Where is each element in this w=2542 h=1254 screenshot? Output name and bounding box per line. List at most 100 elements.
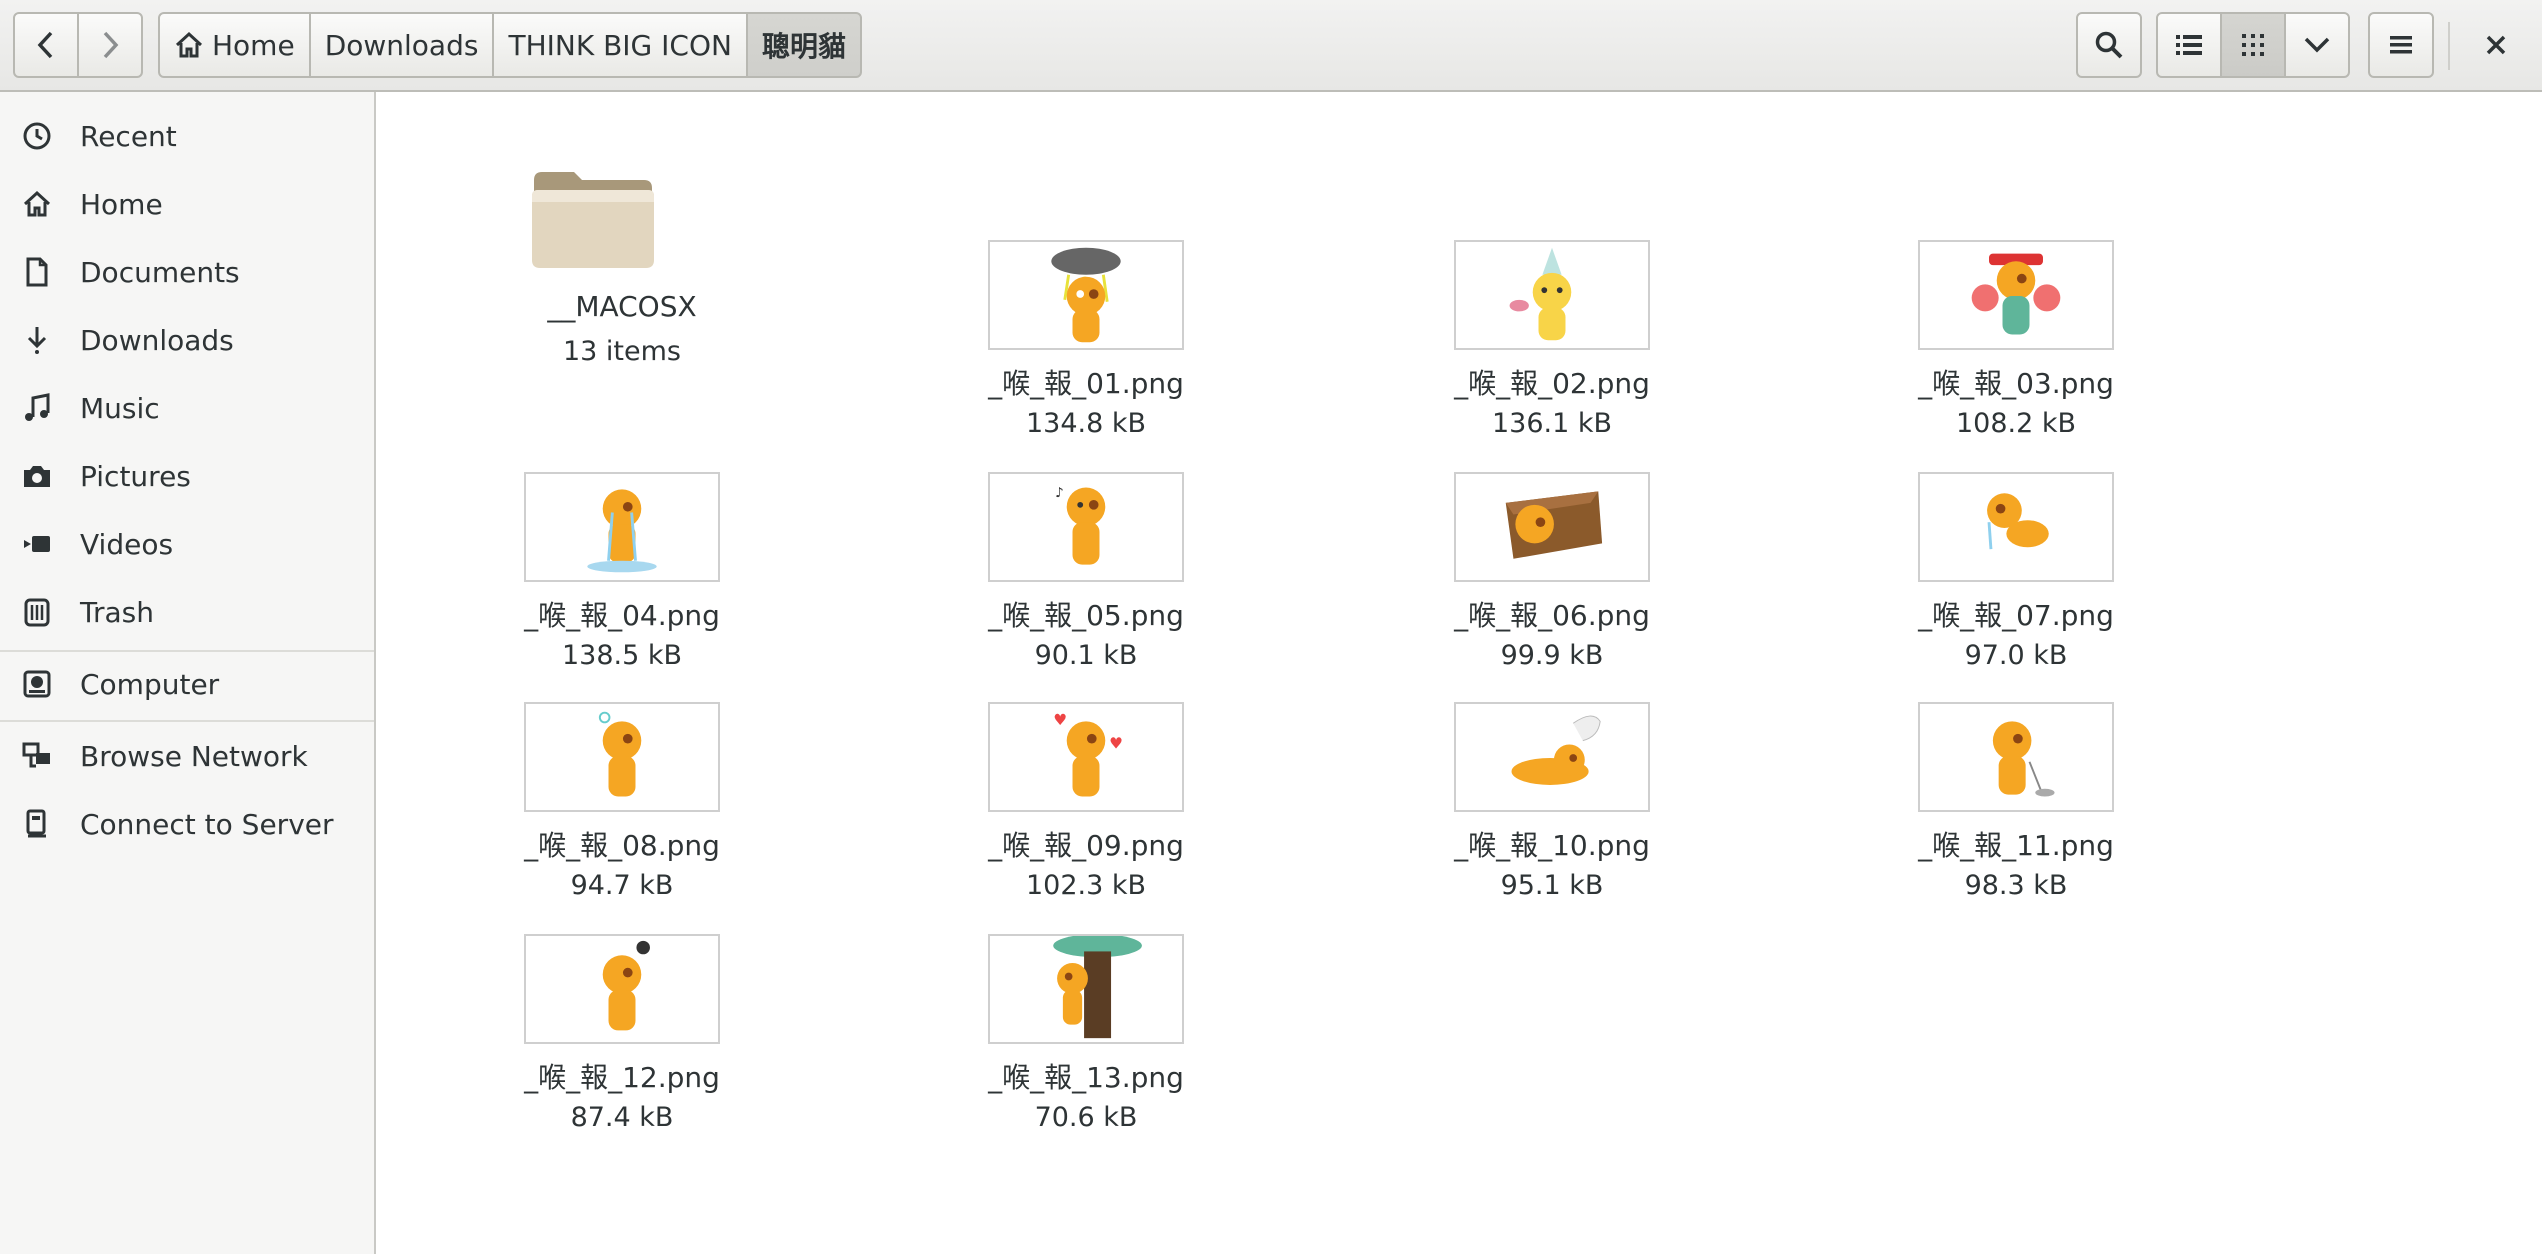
sidebar-item-browse-network[interactable]: Browse Network bbox=[0, 726, 374, 786]
list-view-button[interactable] bbox=[2156, 12, 2222, 78]
sidebar-item-pictures[interactable]: Pictures bbox=[0, 446, 374, 506]
image-thumbnail bbox=[1918, 472, 2114, 582]
breadcrumb-current-folder[interactable]: 聰明貓 bbox=[745, 12, 862, 78]
chevron-left-icon bbox=[37, 31, 53, 59]
file-size: 98.3 kB bbox=[1964, 870, 2068, 901]
breadcrumb-downloads[interactable]: Downloads bbox=[308, 12, 495, 78]
clock-icon bbox=[22, 121, 52, 151]
sidebar-item-label: Browse Network bbox=[80, 739, 308, 773]
sidebar-item-connect-to-server[interactable]: Connect to Server bbox=[0, 794, 374, 854]
svg-text:♥: ♥ bbox=[1053, 711, 1067, 729]
file-name: _喉_報_12.png bbox=[524, 1061, 720, 1094]
sidebar-item-recent[interactable]: Recent bbox=[0, 106, 374, 166]
grid-view-icon bbox=[2242, 34, 2264, 56]
breadcrumb-label: Downloads bbox=[324, 28, 479, 62]
image-thumbnail bbox=[1918, 702, 2114, 812]
file-item[interactable]: _喉_報_03.png 108.2 kB bbox=[1886, 124, 2146, 439]
sidebar-divider bbox=[0, 720, 374, 722]
download-arrow-icon bbox=[22, 325, 52, 355]
chevron-down-icon bbox=[2304, 37, 2330, 53]
header-separator bbox=[2448, 22, 2450, 70]
sidebar-item-label: Connect to Server bbox=[80, 807, 334, 841]
hamburger-menu-icon bbox=[2390, 36, 2412, 54]
file-name: _喉_報_10.png bbox=[1454, 829, 1650, 862]
forward-button[interactable] bbox=[77, 12, 143, 78]
home-icon bbox=[175, 31, 203, 58]
sidebar-item-music[interactable]: Music bbox=[0, 378, 374, 438]
sidebar-item-label: Documents bbox=[80, 255, 240, 289]
svg-text:♪: ♪ bbox=[1055, 485, 1064, 501]
image-thumbnail bbox=[988, 240, 1184, 350]
header-bar: Home Downloads THINK BIG ICON 聰明貓 bbox=[0, 0, 2542, 92]
sidebar-item-label: Pictures bbox=[80, 459, 191, 493]
file-item[interactable]: _喉_報_13.png 70.6 kB bbox=[956, 818, 1216, 1133]
file-grid: __MACOSX 13 items _喉_報_01.png 134.8 kB _… bbox=[376, 92, 2542, 1254]
back-button[interactable] bbox=[13, 12, 79, 78]
file-item[interactable]: _喉_報_07.png 97.0 kB bbox=[1886, 356, 2146, 671]
breadcrumb-think-big-icon[interactable]: THINK BIG ICON bbox=[492, 12, 748, 78]
image-thumbnail bbox=[1454, 702, 1650, 812]
image-thumbnail bbox=[524, 702, 720, 812]
search-icon bbox=[2095, 31, 2123, 59]
image-thumbnail: ♥ ♥ bbox=[988, 702, 1184, 812]
home-icon bbox=[22, 189, 52, 219]
sidebar-item-label: Downloads bbox=[80, 323, 234, 357]
image-thumbnail bbox=[1454, 240, 1650, 350]
list-view-icon bbox=[2176, 35, 2202, 55]
grid-view-button[interactable] bbox=[2220, 12, 2286, 78]
sidebar-item-documents[interactable]: Documents bbox=[0, 242, 374, 302]
image-thumbnail: ♪ bbox=[988, 472, 1184, 582]
image-thumbnail bbox=[524, 934, 720, 1044]
file-size: 95.1 kB bbox=[1500, 870, 1604, 901]
file-item[interactable]: _喉_報_06.png 99.9 kB bbox=[1422, 356, 1682, 671]
sidebar-item-label: Music bbox=[80, 391, 160, 425]
sidebar-divider bbox=[0, 650, 374, 652]
image-thumbnail bbox=[1918, 240, 2114, 350]
chevron-right-icon bbox=[103, 31, 119, 59]
sidebar-item-downloads[interactable]: Downloads bbox=[0, 310, 374, 370]
server-icon bbox=[22, 809, 52, 839]
camera-icon bbox=[22, 461, 52, 491]
folder-item[interactable]: __MACOSX 13 items bbox=[492, 124, 752, 384]
breadcrumb-label: THINK BIG ICON bbox=[508, 28, 732, 62]
svg-text:♥: ♥ bbox=[1109, 734, 1123, 752]
file-item[interactable]: ♪ _喉_報_05.png 90.1 kB bbox=[956, 356, 1216, 671]
network-icon bbox=[22, 741, 52, 771]
breadcrumb-home[interactable]: Home bbox=[158, 12, 311, 78]
image-thumbnail bbox=[1454, 472, 1650, 582]
hard-drive-icon bbox=[22, 669, 52, 699]
file-item[interactable]: _喉_報_01.png 134.8 kB bbox=[956, 124, 1216, 439]
file-name: __MACOSX bbox=[547, 290, 697, 323]
breadcrumb-label: 聰明貓 bbox=[761, 30, 846, 63]
sidebar-item-label: Trash bbox=[80, 595, 154, 629]
file-size: 87.4 kB bbox=[570, 1102, 674, 1133]
file-item[interactable]: _喉_報_10.png 95.1 kB bbox=[1422, 586, 1682, 901]
sidebar-item-home[interactable]: Home bbox=[0, 174, 374, 234]
file-name: _喉_報_13.png bbox=[988, 1061, 1184, 1094]
file-item[interactable]: _喉_報_12.png 87.4 kB bbox=[492, 818, 752, 1133]
file-name: _喉_報_11.png bbox=[1918, 829, 2114, 862]
close-icon bbox=[2486, 35, 2506, 55]
sidebar-item-computer[interactable]: Computer bbox=[0, 654, 374, 714]
sidebar: Recent Home Documents Downloads Music Pi… bbox=[0, 92, 376, 1254]
file-item[interactable]: ♥ ♥ _喉_報_09.png 102.3 kB bbox=[956, 586, 1216, 901]
breadcrumb-label: Home bbox=[212, 28, 295, 62]
document-icon bbox=[22, 257, 52, 287]
close-button[interactable] bbox=[2464, 14, 2528, 76]
sidebar-item-label: Videos bbox=[80, 527, 174, 561]
video-camera-icon bbox=[22, 529, 52, 559]
sidebar-item-label: Recent bbox=[80, 119, 177, 153]
file-item[interactable]: _喉_報_08.png 94.7 kB bbox=[492, 586, 752, 901]
sidebar-item-videos[interactable]: Videos bbox=[0, 514, 374, 574]
sidebar-item-trash[interactable]: Trash bbox=[0, 582, 374, 642]
file-item[interactable]: _喉_報_02.png 136.1 kB bbox=[1422, 124, 1682, 439]
file-item[interactable]: _喉_報_04.png 138.5 kB bbox=[492, 356, 752, 671]
sidebar-item-label: Home bbox=[80, 187, 163, 221]
music-note-icon bbox=[22, 393, 52, 423]
search-button[interactable] bbox=[2076, 12, 2142, 78]
file-item[interactable]: _喉_報_11.png 98.3 kB bbox=[1886, 586, 2146, 901]
menu-button[interactable] bbox=[2368, 12, 2434, 78]
breadcrumb: Home Downloads THINK BIG ICON 聰明貓 bbox=[158, 12, 862, 78]
view-options-button[interactable] bbox=[2284, 12, 2350, 78]
sidebar-item-label: Computer bbox=[80, 667, 220, 701]
